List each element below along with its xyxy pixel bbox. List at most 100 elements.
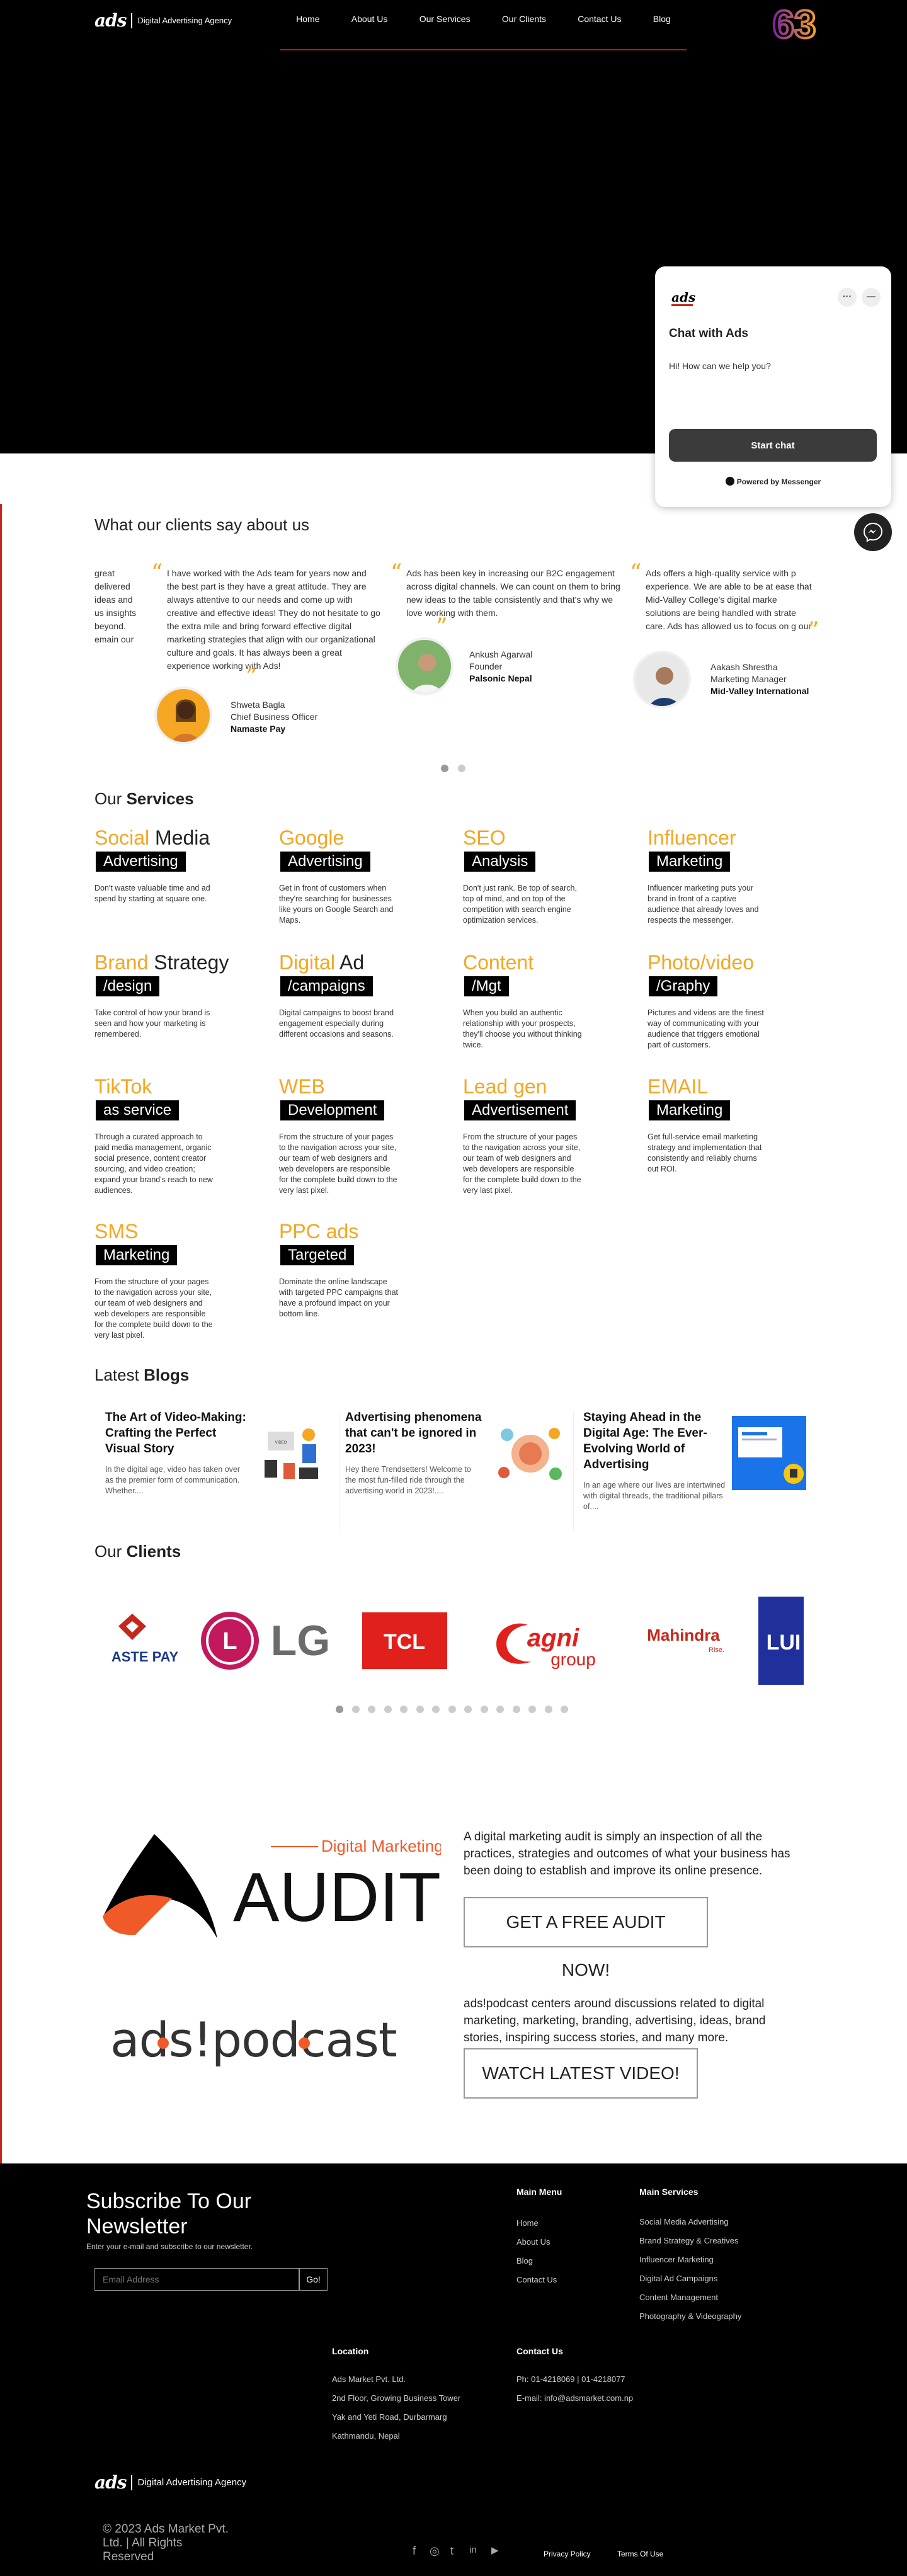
service-card[interactable]: Google Advertising Get in front of custome… <box>279 825 449 926</box>
carousel-dot[interactable] <box>384 1706 392 1713</box>
service-card[interactable]: SEO Analysis Don't just rank. Be top of se… <box>463 825 633 926</box>
service-description: When you build an authentic relationship… <box>463 1008 582 1049</box>
service-card[interactable]: Brand Strategy/design Take control of how… <box>94 950 265 1040</box>
carousel-dot-active[interactable] <box>336 1706 343 1713</box>
service-tag: /Mgt <box>464 976 509 996</box>
service-tag: Analysis <box>464 852 536 872</box>
nav-services[interactable]: Our Services <box>419 14 471 26</box>
nav-about[interactable]: About Us <box>351 14 388 26</box>
client-logo-lg[interactable]: L LG <box>198 1597 334 1685</box>
service-description: Get full-service email marketing strateg… <box>647 1132 762 1173</box>
carousel-dot[interactable] <box>544 1706 552 1713</box>
service-card[interactable]: Social Media Advertising Don't waste valua… <box>94 825 265 904</box>
footer-service-link[interactable]: Brand Strategy & Creatives <box>639 2236 739 2245</box>
footer-service-link[interactable]: Social Media Advertising <box>639 2217 729 2226</box>
service-title-accent: Google <box>279 826 345 849</box>
contact-email[interactable]: E-mail: info@adsmarket.com.np <box>516 2393 633 2403</box>
carousel-dot[interactable] <box>368 1706 375 1713</box>
footer-link-contact[interactable]: Contact Us <box>516 2275 557 2284</box>
footer-link-about[interactable]: About Us <box>516 2237 550 2247</box>
carousel-dot[interactable] <box>528 1706 536 1713</box>
client-logo-partial[interactable]: LUI <box>758 1597 804 1685</box>
svg-text:ASTE PAY: ASTE PAY <box>111 1649 179 1665</box>
client-logo-namaste-pay[interactable]: ASTE PAY <box>101 1597 189 1685</box>
instagram-icon[interactable]: ◎ <box>430 2545 440 2558</box>
service-card[interactable]: WEB Development From the structure of your… <box>279 1074 449 1196</box>
carousel-dot[interactable] <box>448 1706 456 1713</box>
service-card[interactable]: TikTok as service Through a curated approa… <box>94 1074 265 1196</box>
service-title-accent: SEO <box>463 826 506 849</box>
logo-tagline: Digital Advertising Agency <box>137 16 232 25</box>
service-card[interactable]: EMAIL Marketing Get full-service email mar… <box>647 1074 818 1175</box>
carousel-dot[interactable] <box>464 1706 472 1713</box>
newsletter-email-input[interactable] <box>94 2268 299 2291</box>
client-logo-mahindra[interactable]: Mahindra Rise. <box>633 1597 734 1685</box>
service-card[interactable]: Digital Ad/campaigns Digital campaigns to… <box>279 950 449 1040</box>
location-line: 2nd Floor, Growing Business Tower <box>332 2393 461 2403</box>
logo-mark: ads <box>94 10 127 31</box>
footer-service-link[interactable]: Content Management <box>639 2293 718 2302</box>
privacy-link[interactable]: Privacy Policy <box>544 2550 591 2558</box>
chat-minimize-button[interactable]: — <box>862 288 881 307</box>
svg-text:group: group <box>550 1650 596 1669</box>
linkedin-icon[interactable]: in <box>469 2545 477 2555</box>
service-tag: Marketing <box>649 1100 731 1120</box>
watch-video-button[interactable]: WATCH LATEST VIDEO! <box>464 2048 698 2099</box>
service-card[interactable]: SMS Marketing From the structure of your p… <box>94 1219 265 1341</box>
service-card[interactable]: Influencer Marketing Influencer marketing … <box>647 825 818 926</box>
footer-service-link[interactable]: Photography & Videography <box>639 2311 741 2321</box>
youtube-icon[interactable]: ▶ <box>491 2545 499 2556</box>
service-tag: as service <box>96 1100 180 1120</box>
contact-phone[interactable]: Ph: 01-4218069 | 01-4218077 <box>516 2374 625 2384</box>
site-logo[interactable]: ads Digital Advertising Agency <box>94 10 232 31</box>
terms-link[interactable]: Terms Of Use <box>617 2550 663 2558</box>
footer-service-link[interactable]: Digital Ad Campaigns <box>639 2274 717 2283</box>
nav-home[interactable]: Home <box>296 14 319 26</box>
avatar <box>396 637 454 695</box>
carousel-dot[interactable] <box>432 1706 440 1713</box>
twitter-icon[interactable]: t <box>450 2545 454 2558</box>
left-accent-border <box>0 504 2 2163</box>
service-card[interactable]: Content/Mgt When you build an authentic r… <box>463 950 633 1051</box>
blogs-title-bold: Blogs <box>144 1365 190 1384</box>
blog-title[interactable]: Advertising phenomena that can't be igno… <box>345 1410 484 1457</box>
service-title-accent: Content <box>463 951 534 974</box>
messenger-launcher-button[interactable] <box>854 513 892 551</box>
carousel-dot[interactable] <box>512 1706 520 1713</box>
service-card[interactable]: Photo/video/Graphy Pictures and videos ar… <box>647 950 818 1051</box>
blog-card-text: The Art of Video-Making: Crafting the Pe… <box>105 1410 250 1529</box>
footer-logo[interactable]: ads Digital Advertising Agency <box>94 2472 246 2493</box>
chat-options-button[interactable]: ··· <box>838 288 857 307</box>
start-chat-button[interactable]: Start chat <box>669 429 877 462</box>
blog-title[interactable]: Staying Ahead in the Digital Age: The Ev… <box>583 1410 728 1473</box>
carousel-dot[interactable] <box>496 1706 504 1713</box>
blog-thumbnail[interactable]: VIDEO <box>252 1416 331 1488</box>
facebook-icon[interactable]: f <box>413 2545 416 2558</box>
newsletter-submit-button[interactable]: Go! <box>299 2268 328 2291</box>
nav-contact[interactable]: Contact Us <box>578 14 621 26</box>
footer-service-link[interactable]: Influencer Marketing <box>639 2255 714 2264</box>
footer-link-blog[interactable]: Blog <box>516 2256 533 2265</box>
blog-title[interactable]: The Art of Video-Making: Crafting the Pe… <box>105 1410 250 1457</box>
carousel-dot[interactable] <box>351 1706 360 1713</box>
client-logo-tcl[interactable]: TCL <box>362 1597 447 1685</box>
carousel-dot[interactable] <box>480 1706 488 1713</box>
blog-thumbnail[interactable] <box>491 1416 570 1491</box>
messenger-small-icon <box>725 477 734 486</box>
testimonial-text: Ads offers a high-quality service with p… <box>646 568 812 636</box>
nav-blog[interactable]: Blog <box>653 14 671 26</box>
carousel-dot[interactable] <box>400 1706 408 1713</box>
client-logo-agni-group[interactable]: agni group <box>479 1597 605 1685</box>
blog-thumbnail[interactable] <box>732 1416 806 1490</box>
service-card[interactable]: Lead gen Advertisement From the structure … <box>463 1074 633 1196</box>
nav-clients[interactable]: Our Clients <box>502 14 546 26</box>
carousel-dot-active[interactable] <box>441 765 448 772</box>
carousel-dot[interactable] <box>561 1706 568 1713</box>
service-title: SEO <box>463 825 633 850</box>
chat-title: Chat with Ads <box>669 327 748 340</box>
carousel-dot[interactable] <box>458 765 465 772</box>
service-card[interactable]: PPC ads Targeted Dominate the online lands… <box>279 1219 449 1319</box>
footer-link-home[interactable]: Home <box>516 2218 539 2228</box>
free-audit-button[interactable]: GET A FREE AUDIT NOW! <box>464 1897 708 1980</box>
carousel-dot[interactable] <box>416 1706 424 1713</box>
